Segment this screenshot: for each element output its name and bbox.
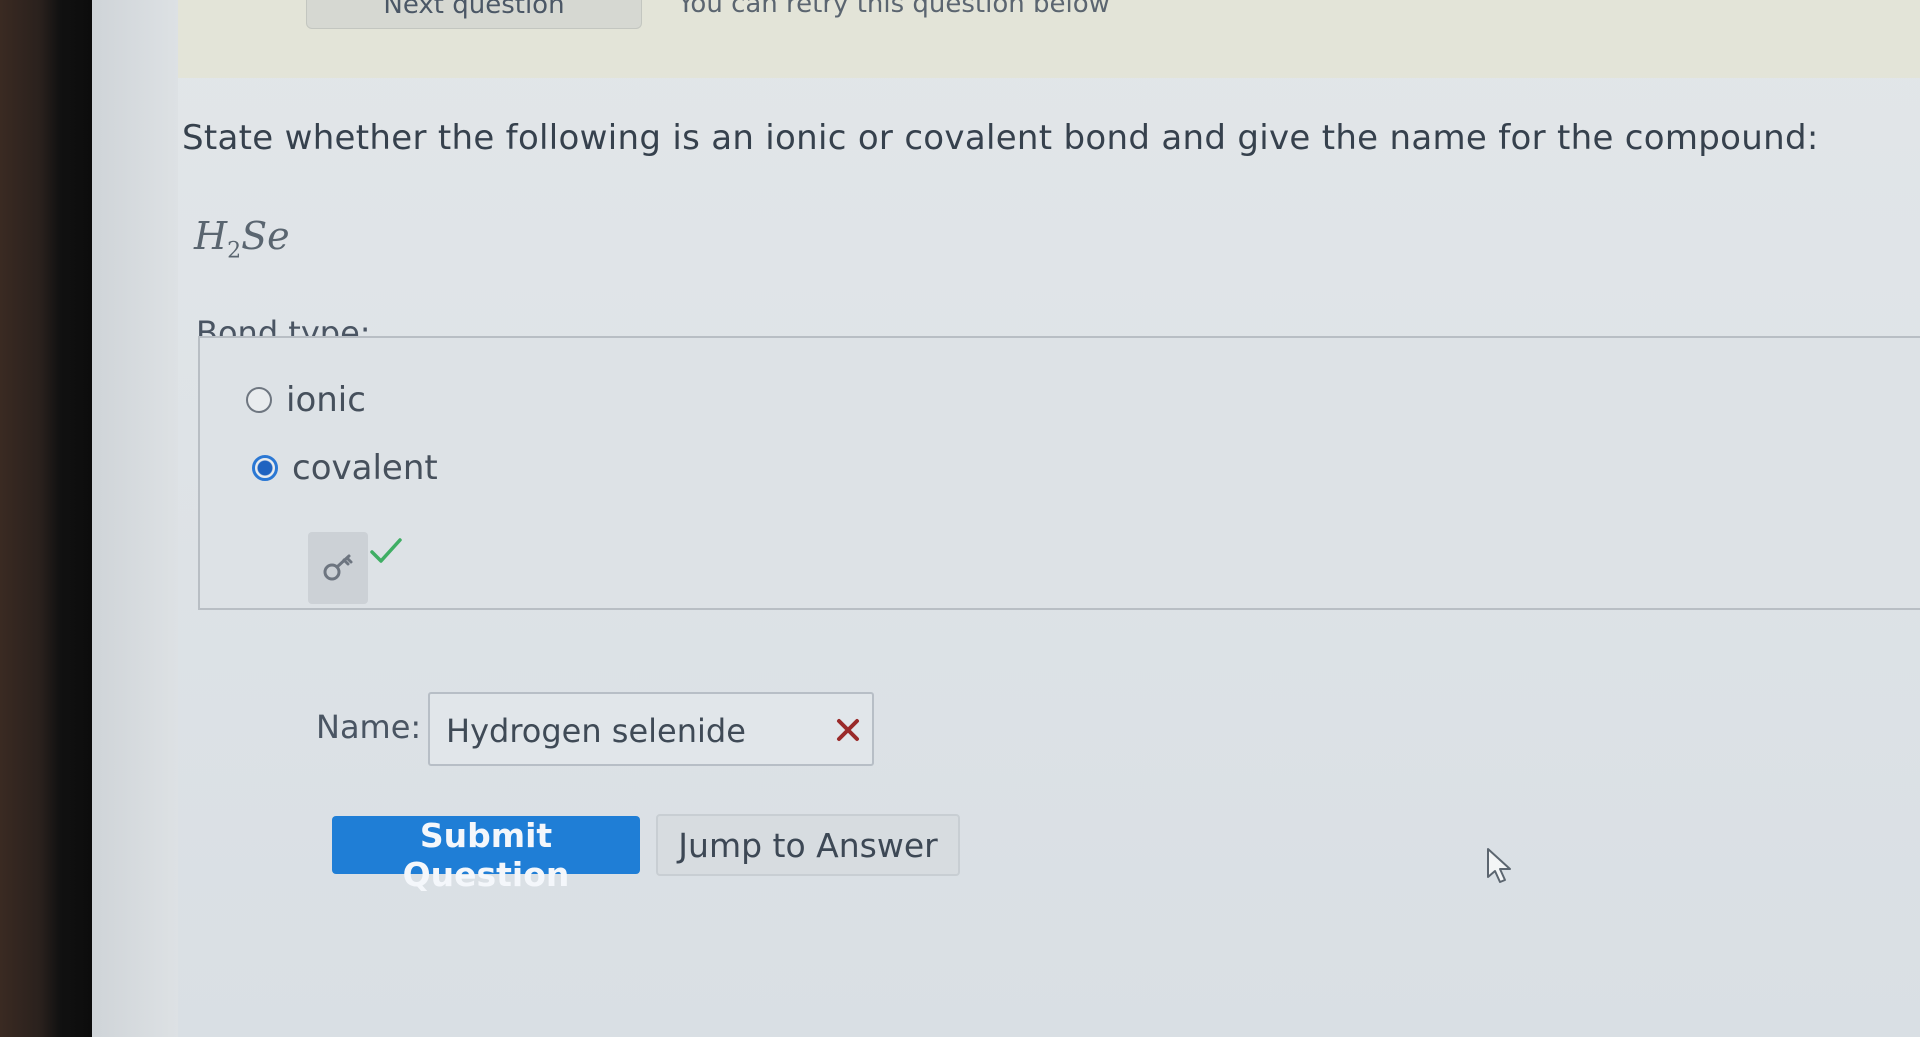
option-ionic[interactable]: ionic <box>246 380 366 420</box>
next-question-button[interactable]: Next question <box>306 0 642 29</box>
compound-formula: H2Se <box>194 214 290 264</box>
next-question-label: Next question <box>383 0 565 20</box>
question-prompt: State whether the following is an ionic … <box>182 118 1819 158</box>
option-covalent[interactable]: covalent <box>252 448 438 488</box>
bond-type-group <box>198 336 1920 610</box>
screen-edge <box>92 0 178 1037</box>
key-icon <box>323 554 353 581</box>
option-covalent-label: covalent <box>292 448 438 488</box>
name-label: Name: <box>316 708 422 746</box>
formula-element-se: Se <box>241 214 290 258</box>
name-input-value: Hydrogen selenide <box>446 712 746 750</box>
name-input[interactable]: Hydrogen selenide <box>428 692 874 766</box>
retry-notice: You can retry this question below <box>678 0 1110 18</box>
formula-subscript: 2 <box>227 238 242 264</box>
radio-ionic[interactable] <box>246 387 272 413</box>
option-ionic-label: ionic <box>286 380 366 420</box>
check-icon <box>370 538 402 563</box>
x-icon <box>837 719 859 741</box>
top-bar: Next question You can retry this questio… <box>178 0 1920 78</box>
screen: Next question You can retry this questio… <box>92 0 1920 1037</box>
mouse-cursor-icon <box>1487 848 1511 883</box>
photo-frame: Next question You can retry this questio… <box>0 0 1920 1037</box>
radio-covalent[interactable] <box>252 455 278 481</box>
jump-to-answer-button[interactable]: Jump to Answer <box>656 814 960 876</box>
submit-question-button[interactable]: Submit Question <box>332 816 640 894</box>
formula-element-h: H <box>194 214 228 258</box>
